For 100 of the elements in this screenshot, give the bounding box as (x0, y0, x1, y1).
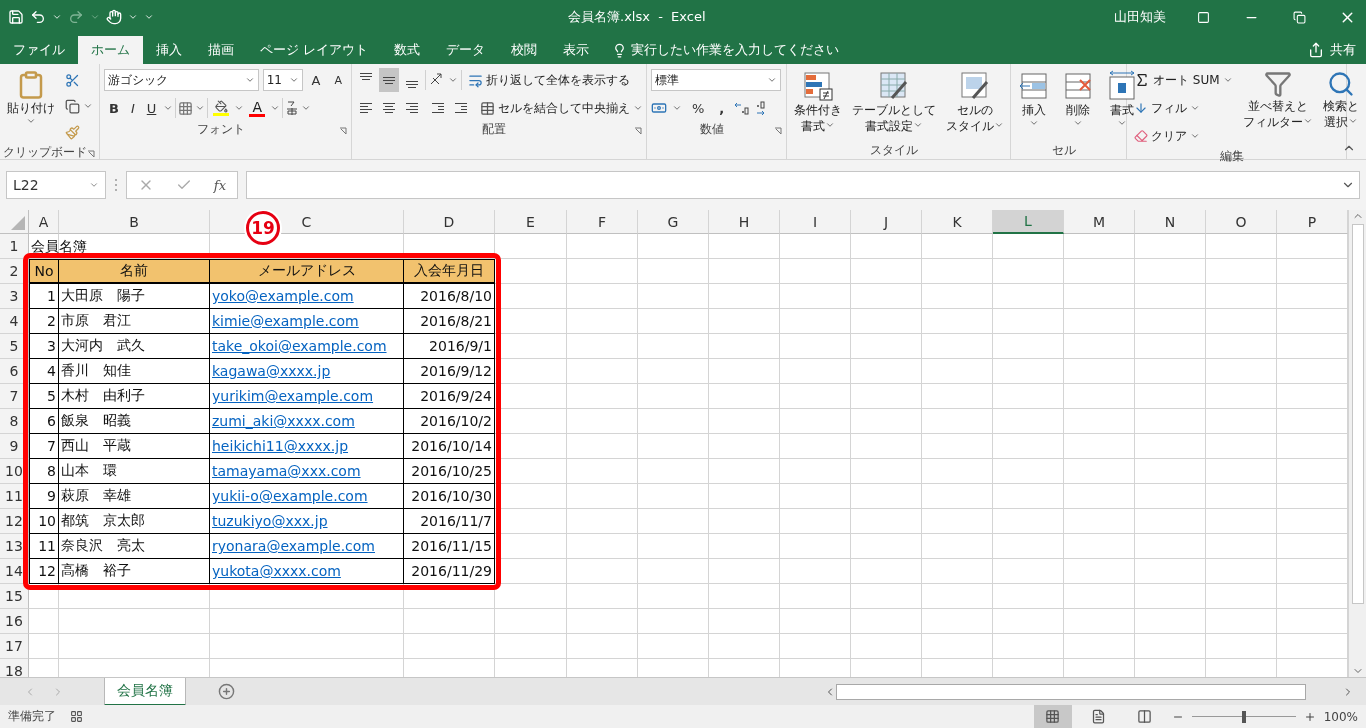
tell-me-field[interactable]: 実行したい作業を入力してください (602, 36, 840, 64)
wrap-text-button[interactable]: 折り返して全体を表示する (465, 68, 633, 92)
grow-font-button[interactable]: A (306, 68, 326, 92)
row-header[interactable]: 15 (0, 584, 29, 609)
column-header[interactable]: D (443, 213, 455, 230)
table-cell: 萩原 幸雄 (59, 484, 210, 509)
macro-record-icon[interactable] (70, 710, 83, 723)
email-link[interactable]: yukota@xxxx.com (212, 563, 341, 579)
style-button[interactable]: 条件付き 書式 (791, 68, 845, 136)
ribbon-tab[interactable]: 表示 (550, 36, 603, 64)
caret-icon (288, 75, 299, 85)
font-color-button[interactable]: A (246, 96, 269, 120)
bold-button[interactable]: B (104, 96, 124, 120)
style-button[interactable]: セルの スタイル (943, 68, 1007, 136)
email-link[interactable]: heikichi11@xxxx.jp (212, 438, 348, 454)
ribbon-tab[interactable]: 数式 (381, 36, 434, 64)
font-name-dropdown[interactable]: 游ゴシック (104, 69, 259, 91)
table-cell: 7 (29, 434, 59, 459)
insert-function-button[interactable]: fx (213, 177, 226, 193)
row-header[interactable]: 17 (0, 634, 29, 659)
sheet-tab[interactable]: 会員名簿 (104, 677, 186, 706)
table-cell: 飯泉 昭義 (59, 409, 210, 434)
vertical-align-button[interactable] (379, 68, 399, 92)
scrollbar-thumb[interactable] (1351, 224, 1364, 604)
table-cell: 10 (29, 509, 59, 534)
cell-style-icon (959, 70, 991, 102)
shrink-font-button[interactable]: A (329, 68, 347, 92)
borders-icon[interactable] (178, 100, 194, 116)
column-header[interactable]: B (129, 213, 139, 230)
email-link[interactable]: take_okoi@example.com (212, 338, 387, 354)
row-header[interactable]: 1 (0, 234, 29, 259)
add-sheet-icon[interactable] (218, 683, 235, 700)
zoom-level: 100% (1323, 709, 1358, 724)
column-header[interactable]: E (526, 213, 535, 230)
column-header[interactable]: L (1024, 213, 1032, 229)
email-link[interactable]: yukii-o@example.com (212, 488, 368, 504)
column-header[interactable]: H (738, 213, 750, 230)
ribbon-tab[interactable]: 描画 (195, 36, 247, 64)
caret-icon (448, 75, 458, 85)
email-link[interactable]: tuzukiyo@xxx.jp (212, 513, 328, 529)
ribbon-tab[interactable]: データ (433, 36, 499, 64)
email-link[interactable]: yoko@example.com (212, 288, 354, 304)
wrap-text-icon (468, 72, 483, 88)
find-select-button[interactable]: 検索と 選択 (1319, 68, 1362, 132)
underline-button[interactable]: U (141, 96, 162, 120)
column-header[interactable]: J (883, 213, 889, 230)
email-link[interactable]: kimie@example.com (212, 313, 359, 329)
column-header[interactable]: F (597, 213, 607, 230)
scrollbar-thumb[interactable] (836, 683, 1306, 700)
column-header[interactable]: C (301, 213, 312, 230)
email-link[interactable]: kagawa@xxxx.jp (212, 363, 331, 379)
italic-button[interactable]: I (125, 96, 140, 120)
zoom-thumb[interactable] (1241, 710, 1246, 723)
zoom-in-icon[interactable] (1303, 710, 1316, 723)
table-cell: 山本 環 (59, 459, 210, 484)
name-box[interactable]: L22 (6, 171, 106, 199)
comma-button[interactable]: , (714, 96, 730, 120)
column-header[interactable]: K (952, 213, 962, 230)
style-button[interactable]: テーブルとして 書式設定 (849, 68, 939, 136)
cells-button[interactable]: 挿入 (1015, 68, 1053, 130)
column-header[interactable]: N (1164, 213, 1176, 230)
view-button[interactable] (1033, 705, 1072, 728)
restore-icon[interactable] (1292, 10, 1306, 24)
sort-filter-button[interactable]: 並べ替えと フィルター (1239, 68, 1316, 132)
phonetic-icon[interactable] (285, 100, 300, 116)
increase-decimal-icon[interactable] (734, 100, 751, 116)
ribbon-display-icon[interactable] (1196, 10, 1210, 24)
column-header[interactable]: G (667, 213, 679, 230)
undo-icon[interactable] (30, 9, 46, 25)
number-format-dropdown[interactable]: 標準 (651, 69, 781, 91)
caret-icon (89, 180, 99, 190)
ribbon-tab[interactable]: ページ レイアウト (247, 36, 382, 64)
email-link[interactable]: ryonara@example.com (212, 538, 375, 554)
column-header[interactable]: P (1307, 213, 1317, 230)
row-header[interactable]: 16 (0, 609, 29, 634)
paste-button[interactable]: 貼り付け (4, 68, 58, 128)
email-link[interactable]: yurikim@example.com (212, 388, 374, 404)
share-button[interactable]: 共有 (1298, 36, 1366, 64)
ribbon-tab[interactable]: ホーム (78, 36, 143, 64)
formula-field[interactable] (246, 171, 1360, 199)
percent-button[interactable]: % (687, 96, 710, 120)
merge-center-button[interactable]: セルを結合して中央揃え (477, 96, 646, 120)
cells-button[interactable]: 削除 (1059, 68, 1097, 130)
launcher-icon (87, 150, 95, 158)
touch-mode-icon[interactable] (106, 9, 122, 25)
table-cell: 2016/9/24 (404, 384, 495, 409)
save-icon[interactable] (8, 9, 24, 25)
table-cell: 2016/9/1 (404, 334, 495, 359)
row-header[interactable]: 18 (0, 659, 29, 677)
ribbon-tab[interactable]: 挿入 (143, 36, 195, 64)
email-link[interactable]: tamayama@xxx.com (212, 463, 361, 479)
currency-icon[interactable] (651, 100, 667, 116)
column-header[interactable]: I (812, 213, 818, 230)
ribbon-tab[interactable]: 校閲 (498, 36, 551, 64)
font-size-dropdown[interactable]: 11 (262, 69, 303, 91)
email-link[interactable]: zumi_aki@xxxx.com (212, 413, 355, 429)
column-heading: メールアドレス (210, 259, 404, 284)
ribbon-tab[interactable]: ファイル (0, 36, 78, 64)
column-header[interactable]: M (1092, 213, 1106, 230)
column-header[interactable]: O (1235, 213, 1247, 230)
